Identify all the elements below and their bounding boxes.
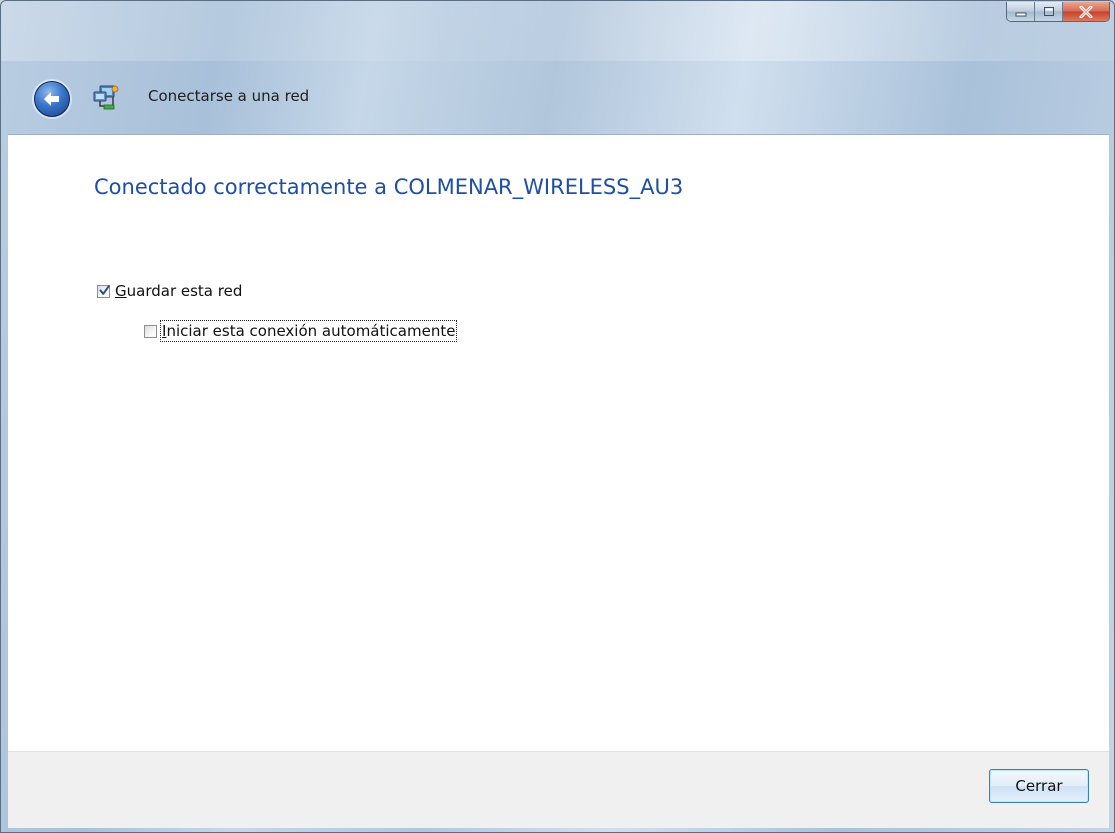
- auto-connect-checkbox[interactable]: [144, 324, 157, 338]
- save-network-mnemonic: G: [115, 282, 127, 300]
- close-icon: [1063, 2, 1109, 21]
- close-window-button[interactable]: [1063, 2, 1109, 21]
- success-heading: Conectado correctamente a COLMENAR_WIREL…: [94, 175, 684, 199]
- auto-connect-option[interactable]: Iniciar esta conexión automáticamente: [144, 320, 458, 342]
- back-arrow-icon: [44, 92, 59, 106]
- back-button[interactable]: [34, 81, 70, 117]
- maximize-button[interactable]: [1035, 2, 1063, 21]
- checkmark-icon: [99, 284, 110, 295]
- title-bar[interactable]: Conectarse a una red: [1, 1, 1114, 134]
- save-network-label-rest: uardar esta red: [126, 282, 243, 300]
- content-area: Conectado correctamente a COLMENAR_WIREL…: [8, 134, 1109, 751]
- save-network-option[interactable]: Guardar esta red: [97, 282, 242, 300]
- connect-network-window: Conectarse a una red Conectado correctam…: [0, 0, 1115, 833]
- caption-buttons: [1006, 2, 1110, 22]
- network-icon: [91, 83, 121, 111]
- save-network-label: Guardar esta red: [115, 282, 242, 300]
- minimize-button[interactable]: [1007, 2, 1035, 21]
- save-network-checkbox[interactable]: [97, 284, 110, 298]
- auto-connect-label-rest: niciar esta conexión automáticamente: [166, 322, 456, 340]
- window-title: Conectarse a una red: [148, 87, 310, 105]
- close-button[interactable]: Cerrar: [989, 769, 1089, 803]
- footer-bar: Cerrar: [8, 751, 1109, 828]
- auto-connect-label: Iniciar esta conexión automáticamente: [159, 320, 458, 342]
- minimize-icon: [1007, 2, 1034, 21]
- maximize-icon: [1035, 2, 1062, 21]
